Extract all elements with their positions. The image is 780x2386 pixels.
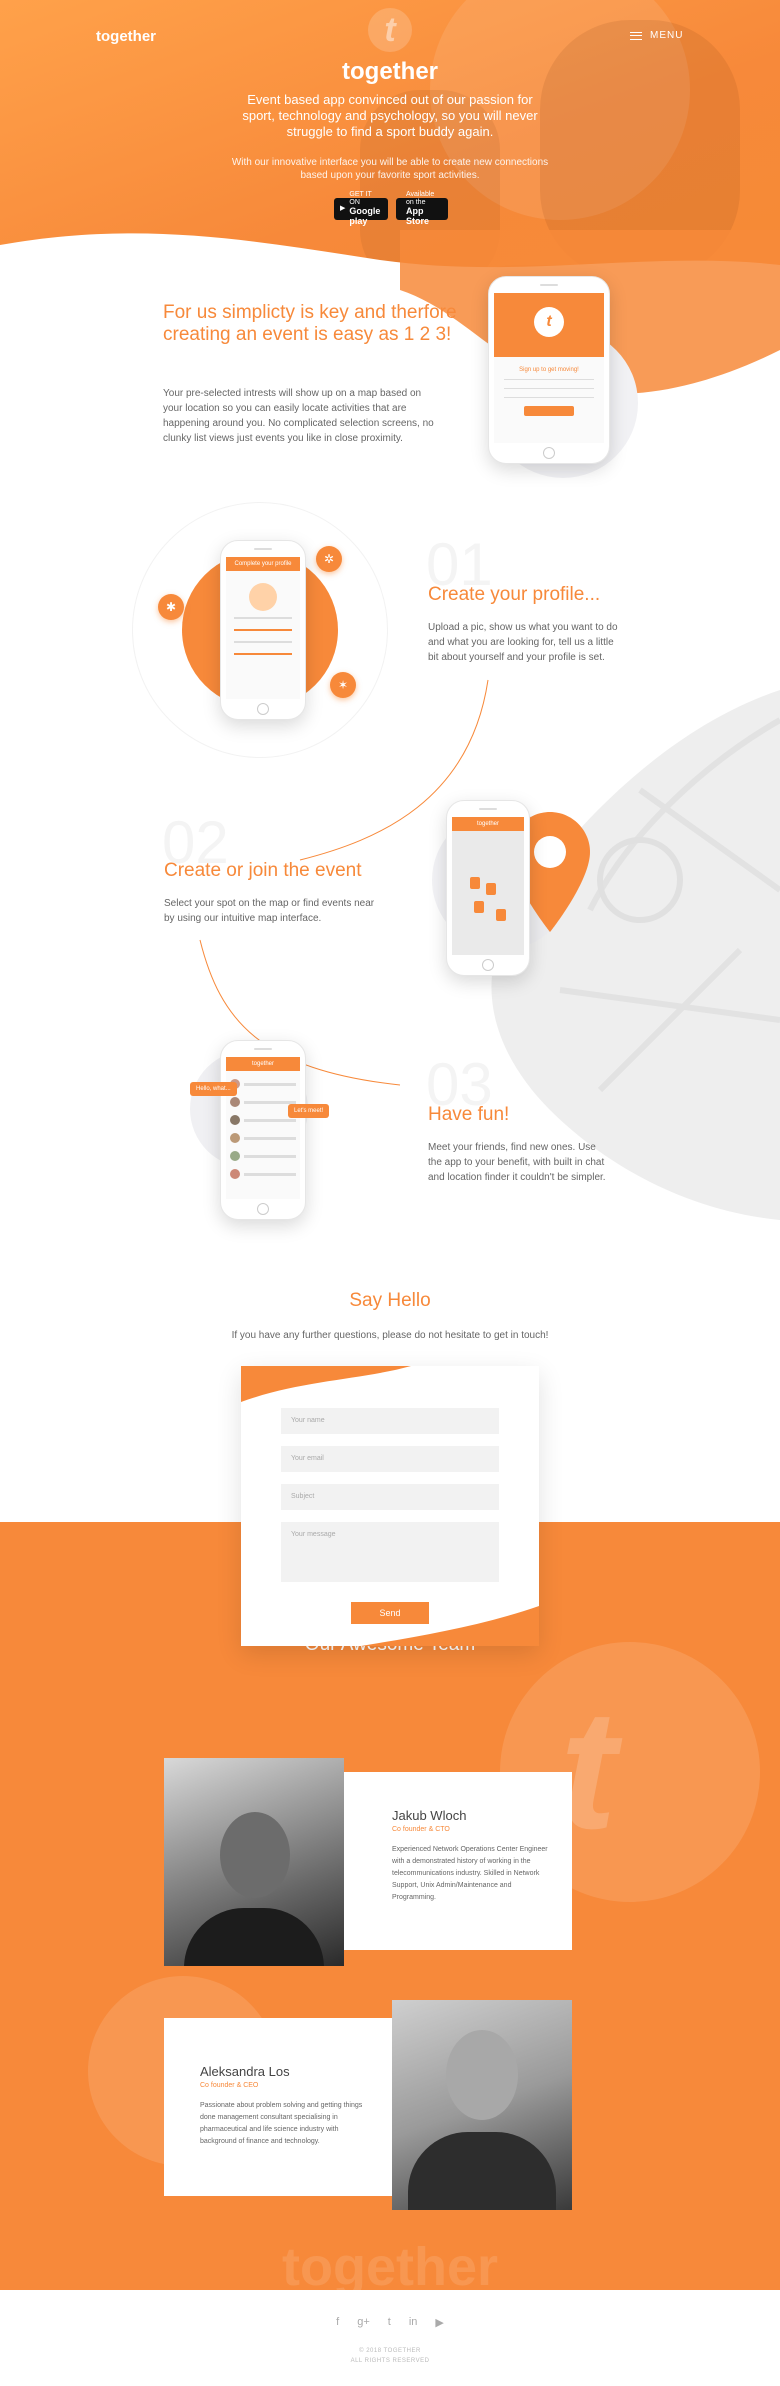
chat-screen-title: together bbox=[226, 1057, 300, 1071]
menu-label: MENU bbox=[650, 30, 684, 41]
hero-description: With our innovative interface you will b… bbox=[231, 157, 549, 181]
youtube-icon[interactable]: ▶ bbox=[435, 2316, 443, 2329]
step-body: Meet your friends, find new ones. Use th… bbox=[428, 1142, 606, 1183]
linkedin-icon[interactable]: in bbox=[409, 2316, 418, 2329]
cycling-icon: ✲ bbox=[316, 546, 342, 572]
google-play-label: Google play bbox=[349, 206, 381, 226]
send-button[interactable]: Send bbox=[351, 1602, 429, 1624]
menu-button[interactable]: MENU bbox=[630, 30, 683, 41]
chat-bubble: Hello, what... bbox=[190, 1082, 237, 1096]
step-title: Create or join the event bbox=[164, 860, 362, 881]
running-icon: ✱ bbox=[158, 594, 184, 620]
step-body: Select your spot on the map or find even… bbox=[164, 898, 375, 924]
name-input[interactable]: Your name bbox=[281, 1408, 499, 1434]
member-bio: Experienced Network Operations Center En… bbox=[392, 1846, 548, 1901]
team-card-aleksandra: Aleksandra Los Co founder & CEO Passiona… bbox=[164, 2018, 398, 2196]
social-links: f g+ t in ▶ bbox=[0, 2316, 780, 2329]
contact-form: Your name Your email Subject Your messag… bbox=[241, 1366, 539, 1646]
facebook-icon[interactable]: f bbox=[336, 2316, 339, 2329]
member-bio: Passionate about problem solving and get… bbox=[200, 2102, 363, 2145]
member-role: Co founder & CTO bbox=[392, 1826, 450, 1833]
hero-title: together bbox=[342, 58, 438, 85]
app-store-caption: Available on the bbox=[406, 191, 435, 206]
footer-watermark: together bbox=[282, 2237, 498, 2290]
intro-heading: For us simplicty is key and therfore cre… bbox=[163, 302, 457, 345]
profile-screen-title: Complete your profile bbox=[226, 557, 300, 571]
message-textarea[interactable]: Your message bbox=[281, 1522, 499, 1582]
contact-title: Say Hello bbox=[349, 1290, 431, 1311]
rights: ALL RIGHTS RESERVED bbox=[350, 2358, 430, 2364]
app-store-button[interactable]: Available on the App Store bbox=[396, 191, 448, 226]
phone-signup-title: Sign up to get moving! bbox=[519, 367, 579, 373]
intro-body: Your pre-selected intrests will show up … bbox=[163, 388, 434, 444]
member-name: Aleksandra Los bbox=[200, 2064, 290, 2079]
hero-brand-mark: t bbox=[368, 8, 412, 52]
chat-bubble: Let's meet! bbox=[288, 1104, 330, 1118]
google-play-caption: GET IT ON bbox=[349, 191, 372, 206]
copyright: © 2018 TOGETHER bbox=[359, 2348, 421, 2354]
map-screen-title: together bbox=[452, 817, 524, 831]
hamburger-icon bbox=[630, 31, 642, 40]
google-play-button[interactable]: ▶ GET IT ON Google play bbox=[334, 191, 388, 226]
member-role: Co founder & CEO bbox=[200, 2082, 259, 2089]
google-plus-icon[interactable]: g+ bbox=[357, 2316, 370, 2329]
step-title: Have fun! bbox=[428, 1104, 510, 1125]
member-name: Jakub Wloch bbox=[392, 1808, 467, 1823]
intro-phone: t Sign up to get moving! bbox=[488, 276, 610, 464]
google-play-icon: ▶ bbox=[340, 205, 346, 212]
app-store-label: App Store bbox=[406, 206, 430, 226]
avatar bbox=[249, 583, 277, 611]
photo-aleksandra bbox=[392, 2000, 572, 2210]
chat-phone: together bbox=[220, 1040, 306, 1220]
logo[interactable]: together bbox=[96, 28, 156, 45]
email-input[interactable]: Your email bbox=[281, 1446, 499, 1472]
twitter-icon[interactable]: t bbox=[388, 2316, 391, 2329]
hero-subtitle: Event based app convinced out of our pas… bbox=[242, 92, 538, 139]
map-phone: together bbox=[446, 800, 530, 976]
subject-input[interactable]: Subject bbox=[281, 1484, 499, 1510]
step-title: Create your profile... bbox=[428, 584, 601, 605]
photo-jakub bbox=[164, 1758, 344, 1966]
team-card-jakub: Jakub Wloch Co founder & CTO Experienced… bbox=[338, 1772, 572, 1950]
contact-subtitle: If you have any further questions, pleas… bbox=[231, 1330, 549, 1341]
app-logo-icon: t bbox=[534, 307, 564, 337]
